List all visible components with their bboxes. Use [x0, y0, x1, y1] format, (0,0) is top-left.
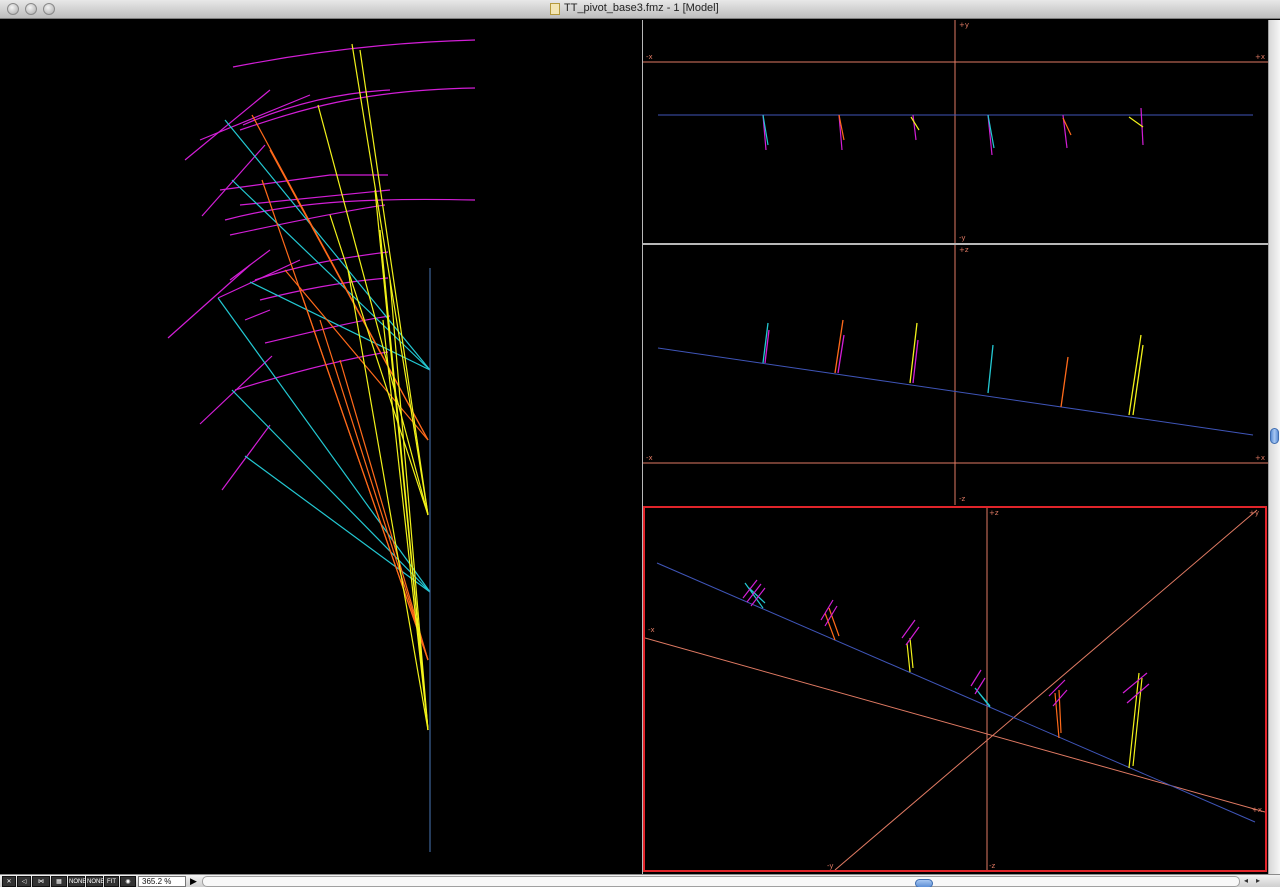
persp-axis-label-y-up: +y [1249, 509, 1260, 517]
front-view-wireframe [643, 20, 1268, 243]
fit-button[interactable]: FIT [104, 876, 119, 887]
document-icon [550, 3, 560, 15]
none-button-1[interactable]: NONE [68, 876, 86, 887]
window-titlebar[interactable]: TT_pivot_base3.fmz - 1 [Model] [0, 0, 1280, 19]
vertical-scrollbar[interactable] [1268, 20, 1280, 874]
persp-axis-label-z-down: -z [989, 862, 996, 870]
scroll-left-icon[interactable]: ◂ [1244, 876, 1248, 886]
front-axis-label-right: +x [1255, 53, 1266, 61]
grid-tool-icon[interactable]: ▦ [51, 876, 67, 887]
zoom-menu-arrow-icon[interactable]: ▶ [190, 876, 197, 886]
vertical-scroll-thumb[interactable] [1270, 428, 1279, 444]
top-axis-label-left: -x [646, 454, 653, 462]
front-axis-label-down: -y [959, 234, 966, 242]
window-title: TT_pivot_base3.fmz - 1 [Model] [564, 2, 719, 14]
magenta-segments [167, 39, 476, 491]
status-bar: ✕ ◁ ⋈ ▦ NONE NONE FIT ◉ 365.2 % ▶ ◂ ▸ [0, 874, 1280, 887]
top-axis-label-right: +x [1255, 454, 1266, 462]
horizontal-scrollbar[interactable] [202, 876, 1240, 887]
minimize-button[interactable] [25, 3, 37, 15]
perspective-viewport[interactable]: +z -z -x +x +y -y [643, 506, 1267, 872]
side-viewport[interactable] [0, 20, 642, 874]
close-button[interactable] [7, 3, 19, 15]
top-axis-label-down: -z [959, 495, 966, 503]
camera-icon[interactable]: ◉ [120, 876, 136, 887]
horizontal-scroll-thumb[interactable] [915, 879, 933, 887]
persp-axis-label-y-down: -y [827, 862, 834, 870]
move-tool-icon[interactable]: ◁ [17, 876, 31, 887]
front-axis-label-left: -x [646, 53, 653, 61]
none-button-2[interactable]: NONE [86, 876, 104, 887]
zoom-button[interactable] [43, 3, 55, 15]
front-axis-label-up: +y [959, 21, 970, 29]
persp-axis-label-x-right: +x [1252, 806, 1263, 814]
top-view-wireframe [643, 245, 1268, 505]
layers-tool-icon[interactable]: ⋈ [32, 876, 50, 887]
select-tool-icon[interactable]: ✕ [2, 876, 16, 887]
zoom-level-field[interactable]: 365.2 % [138, 876, 186, 887]
perspective-view-wireframe [645, 508, 1265, 870]
top-axis-label-up: +z [959, 246, 969, 254]
model-workspace[interactable]: +y -y -x +x +z -z -x +x +z -z -x +x +y -… [0, 20, 1268, 874]
cyan-segments [217, 119, 431, 593]
front-viewport[interactable]: +y -y -x +x [643, 20, 1268, 243]
scroll-right-icon[interactable]: ▸ [1256, 876, 1260, 886]
persp-axis-label-z-up: +z [989, 509, 999, 517]
top-viewport[interactable]: +z -z -x +x [643, 245, 1268, 505]
side-view-wireframe [167, 39, 476, 852]
yellow-segments [317, 43, 429, 731]
persp-axis-label-x-left: -x [648, 626, 655, 634]
